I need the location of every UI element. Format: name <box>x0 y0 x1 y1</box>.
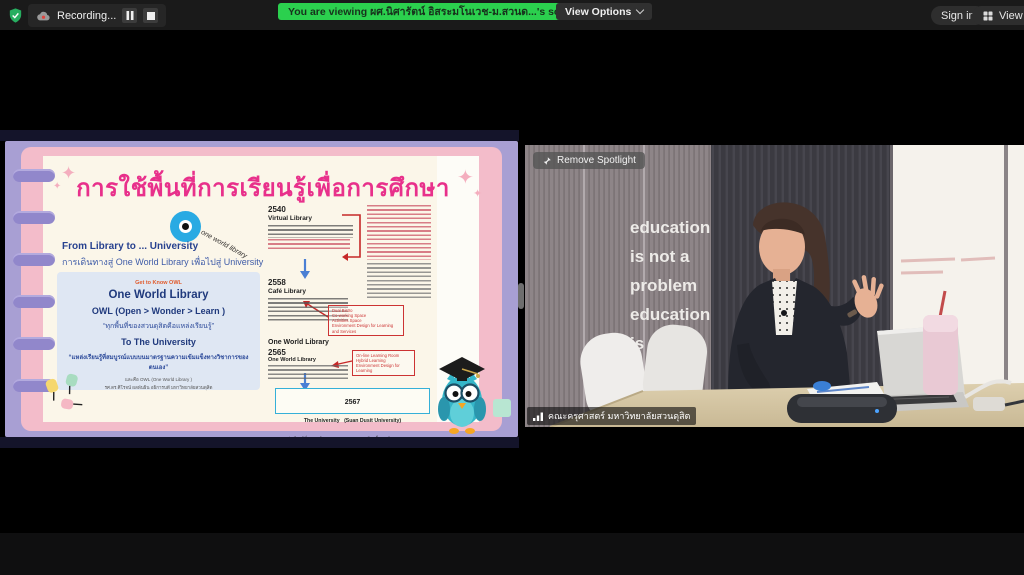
panel-quote2: “แหล่งเรียนรู้ที่สมบูรณ์แบบบนมาตรฐานความ… <box>63 352 254 372</box>
view-grid-icon <box>982 10 994 22</box>
video-scene: education is not a problem education is … <box>525 145 1024 427</box>
remove-spotlight-button[interactable]: Remove Spotlight <box>533 152 645 169</box>
pane-resize-handle[interactable] <box>518 283 524 309</box>
cloud-recording-icon <box>36 10 51 22</box>
panel-kicker: Get to Know OWL <box>63 280 254 286</box>
viewing-banner-text: You are viewing ผศ.นิศารัตน์ อิสระมโนเวช… <box>288 3 582 20</box>
timeline-3-year: 2565 <box>268 348 286 357</box>
connection-signal-icon <box>533 412 544 421</box>
pin-icon <box>542 156 552 166</box>
panel-credit: รศ.ดร.ศิโรจน์ ผลพันธิน อธิการบดี มหาวิทย… <box>63 384 254 391</box>
timeline-4-year: 2567 <box>345 399 361 406</box>
participant-name-label: คณะครุศาสตร์ มหาวิทยาลัยสวนดุสิต <box>527 407 696 425</box>
shared-screen-pane: ✦ ✦ ✦ ✦ การใช้พื้นที่การเรียนรู้เพื่อการ… <box>0 30 519 533</box>
wall-text-line: problem <box>630 276 697 295</box>
slide-info-panel: Get to Know OWL One World Library OWL (O… <box>57 272 260 390</box>
wall-text-line: is not a <box>630 247 690 266</box>
timeline-4-box: 2567 The University (Suan Dusit Universi… <box>275 388 430 414</box>
timeline-4-detail: แหล่งเรียนรู้ที่สมบูรณ์แบบบนมาตรฐานความเ… <box>282 436 424 437</box>
shared-screen-bottom-strip <box>0 437 519 448</box>
timeline-4-title: The University <box>304 418 340 424</box>
panel-acronym: OWL (Open > Wonder > Learn ) <box>63 306 254 316</box>
pause-recording-button[interactable] <box>122 8 137 23</box>
slide-intro-line1: From Library to ... University <box>62 241 198 252</box>
spiral-ring <box>13 253 55 266</box>
wall-text-line: education <box>630 218 710 237</box>
recording-label: Recording... <box>57 10 116 22</box>
shared-screen-top-strip <box>0 130 519 141</box>
spiral-ring <box>13 337 55 350</box>
view-label: View <box>999 10 1023 22</box>
panel-quote1: “ทุกพื้นที่ของสวนดุสิตคือแหล่งเรียนรู้” <box>63 321 254 332</box>
owl-logo-icon <box>170 211 201 242</box>
encryption-shield-icon <box>7 7 24 24</box>
panel-note: และคือ OWL (One World Library ) <box>63 376 254 383</box>
spiral-ring <box>13 211 55 224</box>
view-button[interactable]: View <box>972 6 1024 25</box>
view-options-button[interactable]: View Options <box>556 3 652 20</box>
participant-name-text: คณะครุศาสตร์ มหาวิทยาลัยสวนดุสิต <box>548 409 690 423</box>
stop-recording-button[interactable] <box>143 8 158 23</box>
recording-indicator: Recording... <box>28 4 166 27</box>
callout-item: Environment Design for Learning <box>356 363 411 374</box>
timeline-4-subtitle: (Suan Dusit University) <box>344 418 401 424</box>
zoom-meeting-window: Recording... You are viewing ผศ.นิศารัตน… <box>0 0 1024 575</box>
timeline-3-text <box>268 365 348 382</box>
spotlight-video: education is not a problem education is … <box>525 145 1024 427</box>
timeline-2-year: 2558 <box>268 278 286 287</box>
pushpin-decorations <box>41 373 87 413</box>
viewing-screen-banner: You are viewing ผศ.นิศารัตน์ อิสระมโนเวช… <box>278 3 592 20</box>
wall-text-line: education <box>630 305 710 324</box>
spiral-ring <box>13 295 55 308</box>
sign-in-label: Sign in <box>941 10 975 22</box>
panel-to-line: To The University <box>63 337 254 347</box>
presentation-slide: ✦ ✦ ✦ ✦ การใช้พื้นที่การเรียนรู้เพื่อการ… <box>5 141 518 437</box>
timeline-3-title: One World Library <box>268 339 329 346</box>
speakerphone <box>787 394 897 423</box>
owl-mascot <box>437 353 487 437</box>
remove-spotlight-label: Remove Spotlight <box>557 155 636 166</box>
meeting-toolbar: Unmute Start Video Security <box>0 533 1024 575</box>
timeline-3-subtitle: One World Library <box>268 357 316 363</box>
timeline-callout-2: On-line Learning Room Hybrid Learning En… <box>352 350 415 376</box>
timeline-2-title: Café Library <box>268 288 306 295</box>
panel-heading: One World Library <box>63 289 254 301</box>
view-options-label: View Options <box>565 6 631 18</box>
chevron-down-icon <box>636 6 644 14</box>
callout-item: Environment Design for Learning and Serv… <box>332 323 400 334</box>
top-bar: Recording... You are viewing ผศ.นิศารัตน… <box>0 0 1024 30</box>
slide-intro-line2: การเดินทางสู่ One World Library เพื่อไปส… <box>62 255 263 269</box>
slide-mint-square <box>493 399 511 417</box>
timeline-callout-1: Dual Bistro Co-working Space Activities … <box>328 305 404 336</box>
